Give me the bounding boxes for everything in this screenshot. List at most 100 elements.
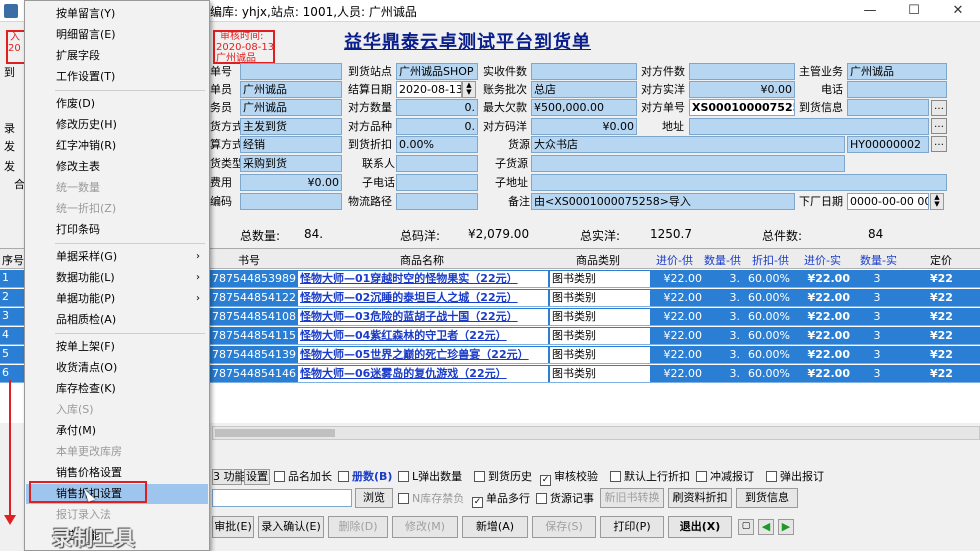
real-price-cell[interactable]: ¥22.00 [792, 366, 850, 382]
menu-item-7[interactable]: 红字冲销(R) [26, 136, 208, 156]
real-qty-cell[interactable]: 3 [852, 309, 902, 325]
category-cell[interactable]: 图书类别 [550, 366, 650, 382]
settle-mode-field[interactable]: 经销 [240, 136, 342, 153]
supply-price-cell[interactable]: ¥22.00 [652, 309, 703, 325]
arrival-type-field[interactable]: 采购到货 [240, 155, 342, 172]
name-cell[interactable]: 怪物大师—03危险的蓝胡子战十国（22元） [298, 309, 548, 325]
col-supply-discount[interactable]: 折扣-供 [752, 252, 789, 268]
menu-item-6[interactable]: 修改历史(H) [26, 115, 208, 135]
other-pieces-field[interactable] [689, 63, 795, 80]
category-cell[interactable]: 图书类别 [550, 290, 650, 306]
checkbox-box[interactable] [274, 471, 285, 482]
delete-button[interactable]: 删除(D) [328, 516, 388, 538]
checkbox-box[interactable] [398, 471, 409, 482]
settle-date-spinner[interactable]: ▲ ▼ [462, 81, 476, 98]
real-qty-cell[interactable]: 3 [852, 290, 902, 306]
real-qty-cell[interactable]: 3 [852, 271, 902, 287]
supply-discount-cell[interactable]: 60.00% [742, 347, 790, 363]
category-cell[interactable]: 图书类别 [550, 328, 650, 344]
refresh-discount-button[interactable]: 刷资料折扣 [668, 488, 732, 508]
arrival-site-field[interactable]: 广州诚品SHOP [396, 63, 478, 80]
supply-price-cell[interactable]: ¥22.00 [652, 290, 703, 306]
isbn-cell[interactable]: 787544854115 [212, 328, 296, 344]
review-button[interactable]: 审批(E) [212, 516, 254, 538]
supplier-field[interactable]: 大众书店 [531, 136, 845, 153]
col-name[interactable]: 商品名称 [400, 252, 444, 268]
option-checkbox-1[interactable]: 品名加长 [274, 469, 332, 485]
isbn-cell[interactable]: 787544853989 [212, 271, 296, 287]
col-supply-price[interactable]: 进价-供 [656, 252, 693, 268]
row-number[interactable]: 6 [2, 366, 14, 379]
remark-field[interactable]: 由<XS0001000075258>导入 [531, 193, 795, 210]
checkbox-box[interactable] [696, 471, 707, 482]
isbn-cell[interactable]: 787544854139 [212, 347, 296, 363]
row-number[interactable]: 2 [2, 290, 14, 303]
row-number[interactable]: 4 [2, 328, 14, 341]
list-price-cell[interactable]: ¥22 [930, 366, 970, 382]
name-cell[interactable]: 怪物大师—05世界之巅的死亡珍兽宴（22元） [298, 347, 548, 363]
list-price-cell[interactable]: ¥22 [930, 309, 970, 325]
maximize-button[interactable]: ☐ [892, 0, 936, 22]
row-number[interactable]: 1 [2, 271, 14, 284]
row-number[interactable]: 5 [2, 347, 14, 360]
supply-discount-cell[interactable]: 60.00% [742, 309, 790, 325]
window-icon[interactable]: ▢ [738, 519, 754, 535]
sub-supplier-field[interactable] [531, 155, 845, 172]
supply-qty-cell[interactable]: 3. [704, 290, 741, 306]
row-number[interactable]: 3 [2, 309, 14, 322]
menu-item-20[interactable]: 承付(M) [26, 421, 208, 441]
checkbox-box[interactable] [398, 493, 409, 504]
factory-date-field[interactable]: 0000-00-00 00: [847, 193, 929, 210]
name-cell[interactable]: 怪物大师—04紫红森林的守卫者（22元） [298, 328, 548, 344]
supervisor-field[interactable]: 广州诚品 [847, 63, 947, 80]
supply-qty-cell[interactable]: 3. [704, 366, 741, 382]
menu-item-13[interactable]: 数据功能(L) › [26, 268, 208, 288]
list-price-cell[interactable]: ¥22 [930, 347, 970, 363]
menu-item-10[interactable]: 统一折扣(Z) [26, 199, 208, 219]
supply-price-cell[interactable]: ¥22.00 [652, 271, 703, 287]
supply-discount-cell[interactable]: 60.00% [742, 366, 790, 382]
menu-item-19[interactable]: 入库(S) [26, 400, 208, 420]
name-cell[interactable]: 怪物大师—06迷雾岛的复仇游戏（22元） [298, 366, 548, 382]
option-checkbox-4[interactable]: 到货历史 [474, 469, 532, 485]
factory-date-spinner[interactable]: ▲ ▼ [930, 193, 944, 210]
menu-item-22[interactable]: 销售价格设置 [26, 463, 208, 483]
col-supply-qty[interactable]: 数量-供 [704, 252, 741, 268]
phone-field[interactable] [847, 81, 947, 98]
supply-price-cell[interactable]: ¥22.00 [652, 366, 703, 382]
menu-item-8[interactable]: 修改主表 [26, 157, 208, 177]
supply-price-cell[interactable]: ¥22.00 [652, 328, 703, 344]
checkbox-box[interactable]: ✓ [472, 497, 483, 508]
menu-item-11[interactable]: 打印条码 [26, 220, 208, 240]
supply-discount-cell[interactable]: 60.00% [742, 271, 790, 287]
address-field[interactable] [689, 118, 929, 135]
checkbox-box[interactable] [610, 471, 621, 482]
option2-checkbox-3[interactable]: 货源记事 [536, 491, 594, 507]
menu-item-3[interactable]: 扩展字段 [26, 46, 208, 66]
real-price-cell[interactable]: ¥22.00 [792, 271, 850, 287]
settle-date-field[interactable]: 2020-08-13 [396, 81, 462, 98]
arrival-info-button[interactable]: 到货信息 [736, 488, 798, 508]
supply-qty-cell[interactable]: 3. [704, 271, 741, 287]
checkbox-box[interactable] [766, 471, 777, 482]
supply-price-cell[interactable]: ¥22.00 [652, 347, 703, 363]
real-price-cell[interactable]: ¥22.00 [792, 347, 850, 363]
name-cell[interactable]: 怪物大师—01穿越时空的怪物果实（22元） [298, 271, 548, 287]
real-price-cell[interactable]: ¥22.00 [792, 290, 850, 306]
menu-item-14[interactable]: 单据功能(P) › [26, 289, 208, 309]
option2-checkbox-1[interactable]: N库存禁负 [398, 491, 464, 507]
other-kinds-field[interactable]: 0. [396, 118, 478, 135]
settings-button[interactable]: 设置 [244, 469, 270, 485]
address-lookup-button[interactable]: … [931, 118, 947, 134]
real-qty-cell[interactable]: 3 [852, 347, 902, 363]
option-checkbox-8[interactable]: 弹出报订 [766, 469, 824, 485]
real-qty-cell[interactable]: 3 [852, 328, 902, 344]
arrival-info-field[interactable] [847, 99, 929, 116]
menu-item-4[interactable]: 工作设置(T) [26, 67, 208, 87]
supplier-lookup-button[interactable]: … [931, 136, 947, 152]
option-checkbox-5[interactable]: ✓ 审核校验 [540, 469, 598, 486]
modify-button[interactable]: 修改(M) [392, 516, 458, 538]
isbn-cell[interactable]: 787544854108 [212, 309, 296, 325]
contact-field[interactable] [396, 155, 478, 172]
checkbox-box[interactable] [536, 493, 547, 504]
